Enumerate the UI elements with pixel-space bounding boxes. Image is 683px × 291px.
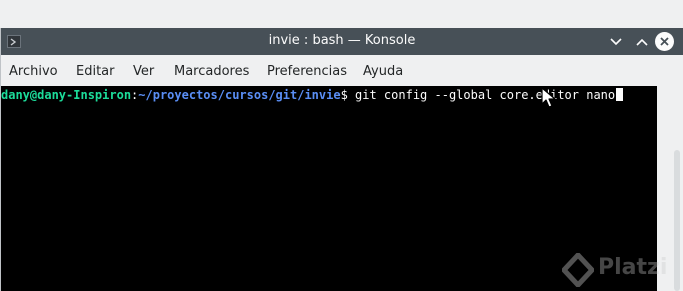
platzi-watermark: Platzi xyxy=(562,253,682,287)
menu-ver[interactable]: Ver xyxy=(133,64,154,79)
chevron-down-icon xyxy=(610,38,622,46)
chevron-up-icon xyxy=(636,38,648,46)
window-titlebar[interactable]: invie : bash — Konsole xyxy=(1,28,683,55)
prompt-symbol: $ xyxy=(340,88,356,102)
menubar: Archivo Editar Ver Marcadores Preferenci… xyxy=(1,55,683,86)
platzi-logo-icon xyxy=(562,253,594,287)
maximize-button[interactable] xyxy=(633,33,651,51)
prompt-user: dany@dany-Inspiron xyxy=(1,88,132,102)
watermark-text: Platzi xyxy=(598,255,668,280)
prompt-path: ~/proyectos/cursos/git/invie xyxy=(138,88,341,102)
menu-archivo[interactable]: Archivo xyxy=(9,64,58,79)
menu-ayuda[interactable]: Ayuda xyxy=(363,64,403,79)
close-icon xyxy=(660,37,669,46)
mouse-pointer-icon xyxy=(541,87,556,108)
terminal-command: git config --global core.editor nano xyxy=(355,88,616,102)
terminal-area[interactable]: dany@dany-Inspiron:~/proyectos/cursos/gi… xyxy=(1,86,657,291)
window-title: invie : bash — Konsole xyxy=(268,33,416,48)
menu-editar[interactable]: Editar xyxy=(76,64,115,79)
desktop-top-strip xyxy=(0,0,683,29)
terminal-command-line: dany@dany-Inspiron:~/proyectos/cursos/gi… xyxy=(1,88,624,102)
close-button[interactable] xyxy=(655,32,674,51)
menu-preferencias[interactable]: Preferencias xyxy=(267,64,347,79)
terminal-cursor xyxy=(616,88,624,101)
minimize-button[interactable] xyxy=(607,33,625,51)
menu-marcadores[interactable]: Marcadores xyxy=(174,64,249,79)
